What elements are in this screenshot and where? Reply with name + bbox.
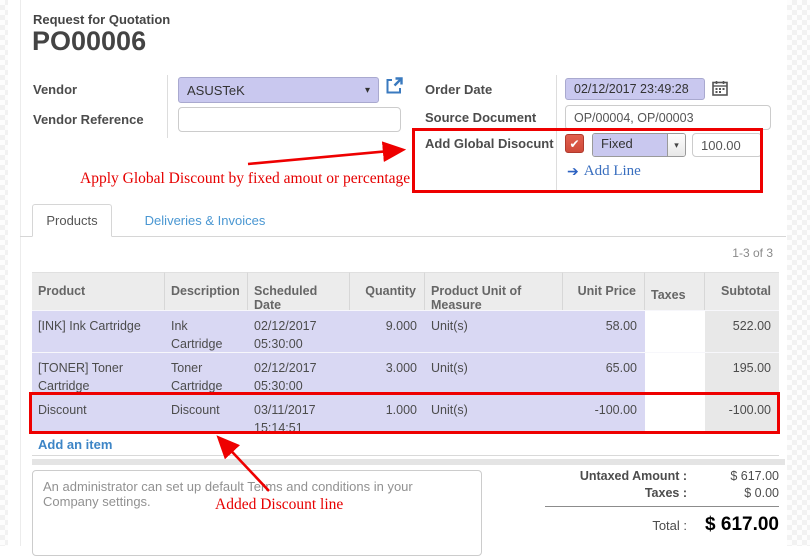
vendor-label: Vendor: [33, 82, 77, 97]
page-title: PO00006: [32, 26, 146, 57]
arrow-right-icon: ➔: [567, 163, 579, 180]
cell-unit-price[interactable]: -100.00: [563, 394, 645, 434]
cell-unit-price[interactable]: 58.00: [563, 310, 645, 352]
right-label-separator: [556, 75, 557, 192]
taxes-label: Taxes :: [545, 486, 701, 500]
col-header-taxes[interactable]: Taxes: [645, 272, 705, 312]
taxes-value: $ 0.00: [701, 486, 779, 500]
cell-subtotal[interactable]: 522.00: [705, 310, 779, 352]
col-header-product[interactable]: Product: [32, 272, 165, 312]
col-header-uom[interactable]: Product Unit of Measure: [425, 272, 563, 312]
cell-product[interactable]: [INK] Ink Cartridge: [32, 310, 165, 352]
cell-uom[interactable]: Unit(s): [425, 310, 563, 352]
cell-product[interactable]: [TONER] Toner Cartridge: [32, 352, 165, 394]
untaxed-amount-label: Untaxed Amount :: [545, 469, 701, 483]
cell-taxes[interactable]: [645, 352, 705, 394]
total-row: Total : $ 617.00: [545, 514, 779, 536]
cell-quantity[interactable]: 1.000: [350, 394, 425, 434]
external-link-icon[interactable]: [384, 76, 404, 96]
vendor-reference-label: Vendor Reference: [33, 112, 144, 127]
cell-uom[interactable]: Unit(s): [425, 394, 563, 434]
discount-type-select[interactable]: Fixed ▾: [592, 133, 686, 157]
vendor-select-value: ASUSTeK: [187, 83, 245, 98]
annotation-text-added-line: Added Discount line: [215, 496, 343, 514]
left-label-separator: [167, 75, 168, 138]
calendar-icon[interactable]: [712, 80, 728, 96]
cell-product[interactable]: Discount: [32, 394, 165, 434]
cell-taxes[interactable]: [645, 310, 705, 352]
table-row[interactable]: [TONER] Toner Cartridge Toner Cartridge …: [32, 352, 779, 394]
doc-type-label: Request for Quotation: [33, 12, 170, 27]
cell-scheduled-date[interactable]: 03/11/2017 15:14:51: [248, 394, 350, 434]
cell-scheduled-date[interactable]: 02/12/2017 05:30:00: [248, 352, 350, 394]
page-left-margin: [0, 0, 8, 546]
cell-subtotal[interactable]: -100.00: [705, 394, 779, 434]
section-divider: [32, 459, 785, 465]
order-date-label: Order Date: [425, 82, 492, 97]
sheet-left-border: [20, 0, 21, 546]
vendor-select[interactable]: ASUSTeK ▾: [178, 77, 379, 103]
cell-scheduled-date[interactable]: 02/12/2017 05:30:00: [248, 310, 350, 352]
untaxed-amount-value: $ 617.00: [701, 469, 779, 483]
cell-uom[interactable]: Unit(s): [425, 352, 563, 394]
discount-amount-input[interactable]: 100.00: [692, 133, 762, 157]
global-discount-checkbox[interactable]: ✔: [565, 134, 584, 153]
cell-unit-price[interactable]: 65.00: [563, 352, 645, 394]
combo-dropdown-button[interactable]: ▾: [667, 134, 685, 156]
rfq-form-page: Request for Quotation PO00006 Vendor ASU…: [0, 0, 810, 546]
totals-panel: Untaxed Amount : $ 617.00 Taxes : $ 0.00…: [545, 469, 779, 539]
order-date-value: 02/12/2017 23:49:28: [574, 82, 689, 96]
cell-subtotal[interactable]: 195.00: [705, 352, 779, 394]
tab-products[interactable]: Products: [32, 204, 112, 237]
cell-quantity[interactable]: 9.000: [350, 310, 425, 352]
order-date-input[interactable]: 02/12/2017 23:49:28: [565, 78, 705, 100]
vendor-reference-input[interactable]: [178, 107, 401, 132]
global-discount-label: Add Global Disocunt: [425, 136, 554, 151]
col-header-subtotal[interactable]: Subtotal: [705, 272, 779, 312]
chevron-down-icon: ▾: [674, 140, 679, 151]
add-line-label: Add Line: [584, 163, 641, 180]
annotation-text-global-discount: Apply Global Discount by fixed amout or …: [80, 170, 410, 188]
col-header-scheduled-date[interactable]: Scheduled Date: [248, 272, 350, 312]
notebook-tabbar: Products Deliveries & Invoices: [20, 204, 786, 237]
col-header-unit-price[interactable]: Unit Price: [563, 272, 645, 312]
cell-description[interactable]: Discount: [165, 394, 248, 434]
source-document-input[interactable]: OP/00004, OP/00003: [565, 105, 771, 130]
discount-type-value: Fixed: [593, 134, 667, 156]
totals-divider: [545, 506, 779, 507]
add-an-item-link[interactable]: Add an item: [32, 434, 779, 456]
order-lines-header: Product Description Scheduled Date Quant…: [32, 272, 779, 310]
cell-quantity[interactable]: 3.000: [350, 352, 425, 394]
table-row[interactable]: [INK] Ink Cartridge Ink Cartridge 02/12/…: [32, 310, 779, 352]
cell-taxes[interactable]: [645, 394, 705, 434]
list-pager: 1-3 of 3: [732, 246, 773, 260]
source-document-label: Source Document: [425, 110, 536, 125]
col-header-description[interactable]: Description: [165, 272, 248, 312]
untaxed-amount-row: Untaxed Amount : $ 617.00: [545, 469, 779, 483]
chevron-down-icon: ▾: [365, 85, 370, 96]
add-line-link[interactable]: ➔ Add Line: [567, 163, 641, 180]
check-icon: ✔: [569, 137, 579, 151]
total-value: $ 617.00: [701, 514, 779, 536]
tab-deliveries-invoices[interactable]: Deliveries & Invoices: [125, 204, 285, 237]
cell-description[interactable]: Ink Cartridge: [165, 310, 248, 352]
table-row-discount[interactable]: Discount Discount 03/11/2017 15:14:51 1.…: [32, 394, 779, 434]
taxes-row: Taxes : $ 0.00: [545, 486, 779, 500]
cell-description[interactable]: Toner Cartridge: [165, 352, 248, 394]
col-header-quantity[interactable]: Quantity: [350, 272, 425, 312]
page-right-margin: [787, 0, 810, 546]
total-label: Total :: [545, 518, 701, 533]
